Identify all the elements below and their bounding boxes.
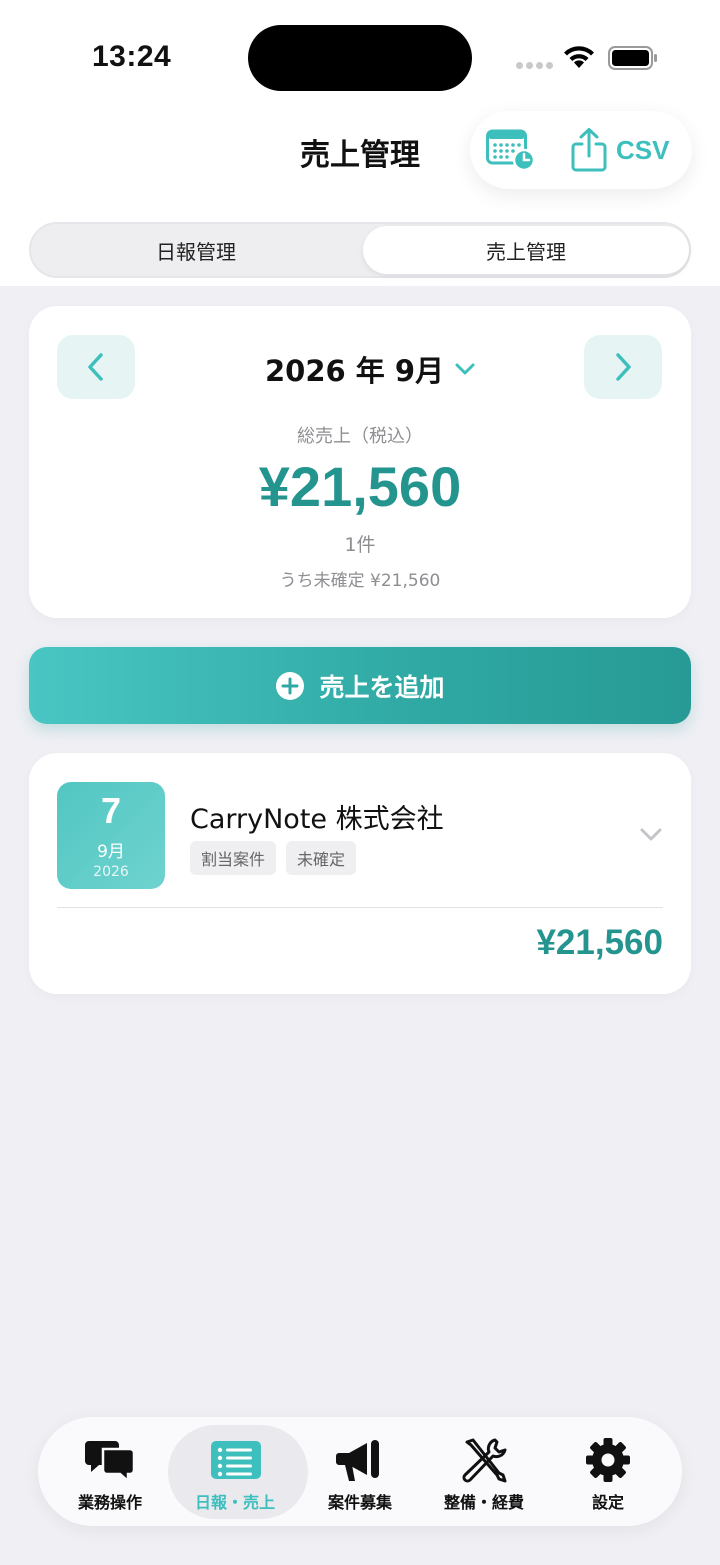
tag-assigned: 割当案件 (190, 841, 277, 875)
tab-bar: 業務操作 日報・売上 案件募集 整備・経費 設定 (38, 1417, 682, 1526)
tab-operations[interactable]: 業務操作 (48, 1417, 172, 1526)
month-selector[interactable]: 2026 年 9月 (265, 348, 476, 390)
tab-label: 設定 (591, 1493, 624, 1512)
sales-entry-card[interactable]: 7 9月 2026 CarryNote 株式会社 割当案件 未確定 ¥21,56… (29, 753, 691, 994)
tag-unconfirmed: 未確定 (286, 841, 357, 875)
chat-bubbles-icon (85, 1441, 135, 1483)
date-badge: 7 9月 2026 (57, 782, 165, 889)
entry-tags: 割当案件 未確定 (190, 841, 357, 875)
csv-export-button[interactable]: CSV (570, 127, 669, 173)
chevron-right-icon (616, 353, 631, 381)
segment-daily-report[interactable]: 日報管理 (33, 226, 359, 274)
status-bar: 13:24 (0, 0, 720, 110)
entry-month: 9月 (97, 842, 125, 862)
megaphone-icon (336, 1440, 379, 1481)
tab-daily-report-sales[interactable]: 日報・売上 (165, 1417, 308, 1526)
entry-day: 7 (100, 790, 122, 831)
calendar-clock-icon (486, 129, 536, 172)
total-sales-label: 総売上（税込） (297, 426, 423, 447)
plus-circle-icon (276, 671, 305, 700)
add-sales-button[interactable]: 売上を追加 (29, 647, 691, 724)
tab-label: 業務操作 (77, 1493, 142, 1512)
tab-maintenance-expenses[interactable]: 整備・経費 (422, 1417, 546, 1526)
status-time: 13:24 (92, 40, 172, 73)
cellular-signal-icon (516, 62, 553, 69)
chevron-down-icon[interactable] (638, 825, 664, 845)
battery-icon (608, 46, 657, 70)
sales-summary-card: 2026 年 9月 総売上（税込） ¥21,560 1件 うち未確定 ¥21,5… (29, 306, 691, 618)
tools-icon (462, 1438, 507, 1483)
csv-label: CSV (616, 134, 670, 165)
entry-company: CarryNote 株式会社 (190, 804, 444, 835)
pending-amount: うち未確定 ¥21,560 (279, 571, 441, 591)
calendar-button[interactable] (486, 128, 536, 172)
segmented-control: 日報管理 売上管理 (29, 222, 691, 278)
dynamic-island (248, 25, 472, 91)
tab-job-listings[interactable]: 案件募集 (298, 1417, 422, 1526)
tab-settings[interactable]: 設定 (546, 1417, 670, 1526)
sales-count: 1件 (344, 534, 376, 556)
month-label: 2026 年 9月 (265, 354, 445, 388)
entry-amount: ¥21,560 (536, 923, 663, 962)
segment-sales[interactable]: 売上管理 (363, 226, 689, 274)
chevron-down-icon (455, 363, 475, 375)
list-icon (211, 1441, 261, 1479)
header-actions: CSV (470, 111, 692, 189)
tab-label: 日報・売上 (194, 1493, 275, 1512)
entry-year: 2026 (93, 864, 129, 880)
tab-label: 整備・経費 (443, 1493, 524, 1512)
next-month-button[interactable] (584, 335, 662, 399)
total-sales-value: ¥21,560 (258, 455, 462, 518)
previous-month-button[interactable] (57, 335, 135, 399)
add-sales-label: 売上を追加 (319, 672, 445, 702)
wifi-icon (564, 46, 594, 68)
gear-icon (586, 1438, 630, 1482)
divider (57, 907, 663, 908)
chevron-left-icon (88, 353, 103, 381)
share-icon (571, 128, 607, 172)
tab-label: 案件募集 (327, 1493, 392, 1512)
